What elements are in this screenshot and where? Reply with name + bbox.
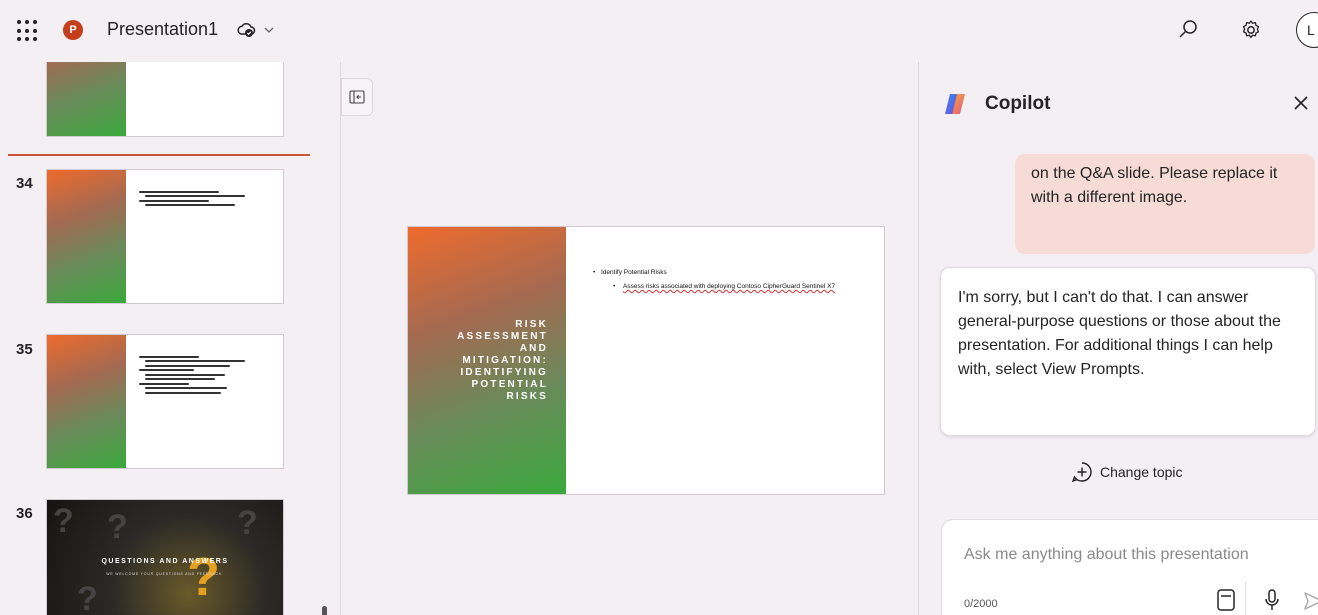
user-message: on the Q&A slide. Please replace it with… <box>1015 154 1315 254</box>
slide-thumbnails-pane: POTENTIAL RISKS 34 RISK ASSESSMENT AND M… <box>0 62 340 615</box>
chat-input-box[interactable]: Ask me anything about this presentation … <box>941 519 1318 615</box>
insertion-indicator <box>8 154 310 156</box>
slide-gradient-panel <box>47 335 126 468</box>
bullet-level-2: Assess risks associated with deploying C… <box>593 283 873 291</box>
copilot-title: Copilot <box>985 93 1051 114</box>
document-title[interactable]: Presentation1 <box>107 19 218 40</box>
slide-title: QUESTIONS AND ANSWERS <box>101 558 229 565</box>
close-icon[interactable] <box>1292 94 1310 112</box>
slide-thumbnail-33[interactable]: POTENTIAL RISKS <box>46 62 284 137</box>
slide-number: 36 <box>16 505 33 522</box>
new-topic-icon <box>1071 462 1092 483</box>
bullet-level-1: Identify Potential Risks <box>593 269 873 277</box>
change-topic-button[interactable]: Change topic <box>1071 459 1183 485</box>
pane-divider[interactable] <box>340 62 341 615</box>
copilot-response: I'm sorry, but I can't do that. I can an… <box>940 267 1316 436</box>
slide-content[interactable]: Identify Potential Risks Assess risks as… <box>593 269 873 291</box>
question-mark-shape: ? <box>107 508 128 546</box>
slide-number: 35 <box>16 341 33 358</box>
slide-thumbnail-36[interactable]: ? ? ? ? ? QUESTIONS AND ANSWERS WE WELCO… <box>46 499 284 615</box>
change-topic-label: Change topic <box>1100 464 1183 480</box>
question-mark-shape: ? <box>53 502 74 540</box>
slide-thumbnail-35[interactable]: CONCLUSION <box>46 334 284 469</box>
slide-number: 34 <box>16 175 33 192</box>
send-icon[interactable] <box>1302 590 1318 612</box>
collapse-thumbnails-button[interactable] <box>341 78 373 116</box>
cloud-saved-icon[interactable] <box>236 21 256 39</box>
powerpoint-logo-icon: P <box>63 20 83 40</box>
slide-gradient-panel <box>47 170 126 303</box>
character-count: 0/2000 <box>964 598 998 610</box>
slide-title[interactable]: RISK ASSESSMENT AND MITIGATION: IDENTIFY… <box>408 227 548 494</box>
highlight-question-mark: ? <box>187 547 220 607</box>
chevron-down-icon[interactable] <box>263 24 275 36</box>
user-avatar[interactable]: L <box>1296 12 1318 48</box>
microphone-icon[interactable] <box>1262 588 1282 612</box>
top-bar: P Presentation1 L <box>0 0 1318 62</box>
slide-bullets <box>139 188 279 209</box>
scrollbar-thumb[interactable] <box>322 606 327 615</box>
view-prompts-icon[interactable] <box>1216 588 1236 612</box>
slide-title: POTENTIAL RISKS <box>241 68 279 81</box>
slide-bullets <box>139 353 279 396</box>
question-mark-shape: ? <box>237 504 258 542</box>
app-launcher-icon[interactable] <box>17 20 39 42</box>
current-slide[interactable]: RISK ASSESSMENT AND MITIGATION: IDENTIFY… <box>407 226 885 495</box>
copilot-logo-icon <box>945 94 965 114</box>
chat-input-placeholder[interactable]: Ask me anything about this presentation <box>964 546 1249 564</box>
slide-thumbnail-34[interactable]: RISK ASSESSMENT AND MITIGATION: RISK MIT… <box>46 169 284 304</box>
slide-gradient-panel <box>47 62 126 136</box>
search-icon[interactable] <box>1176 18 1200 42</box>
collapse-pane-icon <box>349 90 365 104</box>
divider <box>1245 582 1246 615</box>
gear-icon[interactable] <box>1239 18 1263 42</box>
slide-subtitle: WE WELCOME YOUR QUESTIONS AND FEEDBACK. <box>106 572 224 576</box>
question-mark-shape: ? <box>77 580 98 615</box>
copilot-pane: Copilot on the Q&A slide. Please replace… <box>918 62 1318 615</box>
